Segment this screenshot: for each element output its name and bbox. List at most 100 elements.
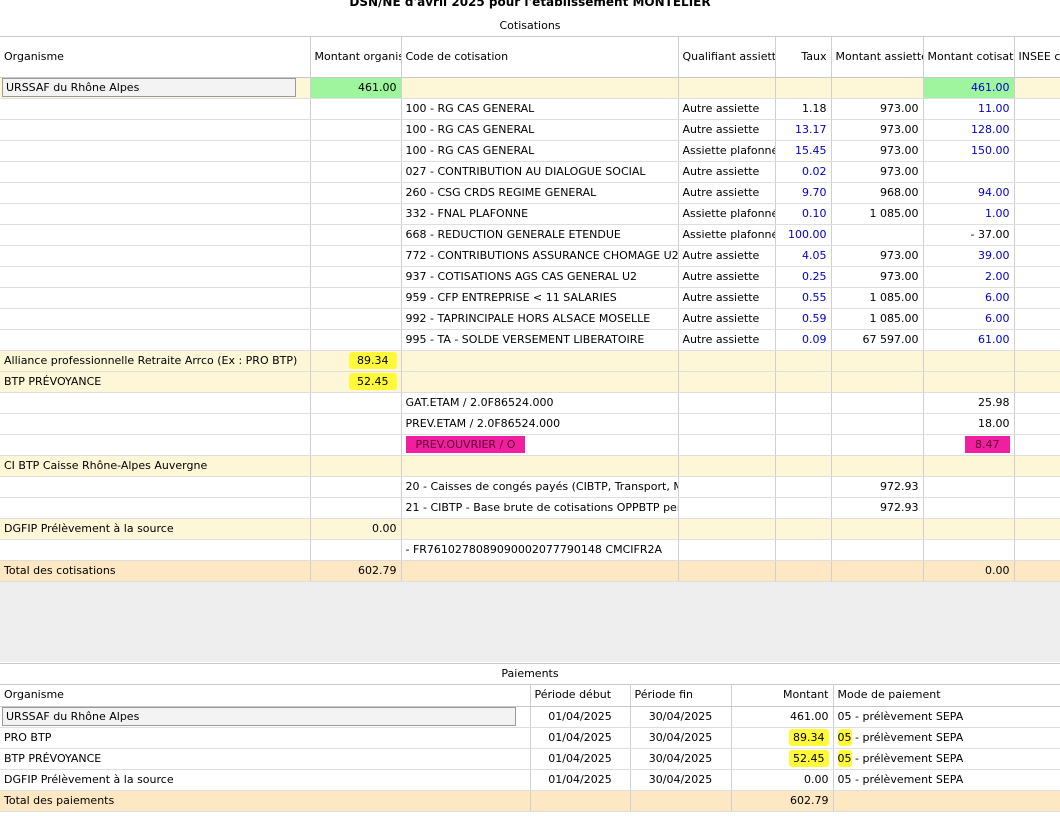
montant-organisme-cell: [310, 161, 402, 183]
qualifiant-cell: [678, 455, 776, 477]
montant-organisme-cell-highlight: 89.34: [349, 351, 397, 369]
organisme-row[interactable]: DGFIP Prélèvement à la source 0.00: [0, 518, 1060, 540]
qualifiant-cell: [678, 539, 776, 561]
total-paiements-row[interactable]: Total des paiements 602.79: [0, 790, 1060, 812]
paiement-row[interactable]: URSSAF du Rhône Alpes 01/04/2025 30/04/202…: [0, 706, 1060, 728]
cotisation-row[interactable]: 992 - TAPRINCIPALE HORS ALSACE MOSELLE Au…: [0, 308, 1060, 330]
cotisation-row[interactable]: 772 - CONTRIBUTIONS ASSURANCE CHOMAGE U2…: [0, 245, 1060, 267]
cotisation-row[interactable]: 027 - CONTRIBUTION AU DIALOGUE SOCIAL Aut…: [0, 161, 1060, 183]
insee-cell: [1014, 350, 1060, 372]
periode-debut-cell: [530, 790, 631, 812]
cotisation-row[interactable]: 995 - TA - SOLDE VERSEMENT LIBERATOIRE Au…: [0, 329, 1060, 351]
organisme-cell: [0, 182, 311, 204]
header-mode-paiement[interactable]: Mode de paiement: [833, 684, 1060, 707]
taux-cell: [775, 392, 832, 414]
cotisation-row[interactable]: 937 - COTISATIONS AGS CAS GENERAL U2 Autr…: [0, 266, 1060, 288]
taux-cell: [775, 371, 832, 393]
insee-cell: [1014, 77, 1060, 99]
organisme-cell: [0, 266, 311, 288]
organisme-row[interactable]: CI BTP Caisse Rhône-Alpes Auvergne: [0, 455, 1060, 477]
paiements-table: Organisme Période début Période fin Mont…: [0, 684, 1060, 812]
taux-cell: [775, 539, 832, 561]
header-organisme[interactable]: Organisme: [0, 684, 531, 707]
cotisation-row[interactable]: 100 - RG CAS GENERAL Assiette plafonnée 15…: [0, 140, 1060, 162]
qualifiant-cell: Assiette plafonnée: [678, 203, 776, 225]
header-montant[interactable]: Montant: [731, 684, 834, 707]
total-row[interactable]: Total des cotisations 602.79 0.00: [0, 560, 1060, 582]
header-periode-fin[interactable]: Période fin: [630, 684, 732, 707]
cotisation-row[interactable]: 332 - FNAL PLAFONNE Assiette plafonnée 0.1…: [0, 203, 1060, 225]
insee-cell: [1014, 560, 1060, 582]
cotisation-row[interactable]: 959 - CFP ENTREPRISE < 11 SALARIES Autre …: [0, 287, 1060, 309]
header-organisme[interactable]: Organisme: [0, 37, 311, 78]
code-cotisation-cell: 992 - TAPRINCIPALE HORS ALSACE MOSELLE: [401, 308, 679, 330]
insee-cell: [1014, 182, 1060, 204]
cotisation-row[interactable]: 20 - Caisses de congés payés (CIBTP, Tra…: [0, 476, 1060, 498]
organisme-row[interactable]: Alliance professionnelle Retraite Arrco …: [0, 350, 1060, 372]
selected-organisme[interactable]: URSSAF du Rhône Alpes: [2, 706, 516, 726]
montant-cotisation-cell: 61.00: [923, 329, 1015, 351]
paiement-row[interactable]: DGFIP Prélèvement à la source 01/04/2025 3…: [0, 769, 1060, 791]
montant-organisme-cell: [310, 413, 402, 435]
code-cotisation-cell: 772 - CONTRIBUTIONS ASSURANCE CHOMAGE U2: [401, 245, 679, 267]
qualifiant-cell: [678, 371, 776, 393]
paiement-row[interactable]: PRO BTP 01/04/2025 30/04/2025 89.34 05 - pré…: [0, 727, 1060, 749]
cotisation-row[interactable]: 100 - RG CAS GENERAL Autre assiette 1.18 97…: [0, 98, 1060, 120]
taux-cell: [775, 350, 832, 372]
header-taux[interactable]: Taux: [775, 37, 832, 78]
code-cotisation-cell: 937 - COTISATIONS AGS CAS GENERAL U2: [401, 266, 679, 288]
cotisation-row[interactable]: 100 - RG CAS GENERAL Autre assiette 13.17 9…: [0, 119, 1060, 141]
header-insee[interactable]: INSEE commun: [1014, 37, 1060, 78]
qualifiant-cell: [678, 413, 776, 435]
montant-organisme-cell: [310, 245, 402, 267]
code-cotisation-cell: [401, 77, 679, 99]
header-code-cotisation[interactable]: Code de cotisation: [401, 37, 679, 78]
header-montant-organisme[interactable]: Montant organisme: [310, 37, 402, 78]
code-cotisation-cell: [401, 350, 679, 372]
code-cotisation-cell: 20 - Caisses de congés payés (CIBTP, Tra…: [401, 476, 679, 498]
montant-cotisation-cell: 94.00: [923, 182, 1015, 204]
code-cotisation-cell: 260 - CSG CRDS REGIME GENERAL: [401, 182, 679, 204]
header-montant-cotisation[interactable]: Montant cotisation: [923, 37, 1015, 78]
montant-assiette-cell: [831, 560, 924, 582]
taux-cell: 0.25: [775, 266, 832, 288]
header-qualifiant-assiette[interactable]: Qualifiant assiette: [678, 37, 776, 78]
montant-cotisation-cell: [923, 371, 1015, 393]
mode-paiement-cell: 05 - prélèvement SEPA: [833, 727, 1060, 749]
cotisation-row[interactable]: PREV.OUVRIER / O 8.47: [0, 434, 1060, 456]
montant-assiette-cell: 973.00: [831, 140, 924, 162]
organisme-row[interactable]: BTP PRÉVOYANCE 52.45: [0, 371, 1060, 393]
montant-cotisation-cell: 11.00: [923, 98, 1015, 120]
cotisation-row[interactable]: - FR7610278089090002077790148 CMCIFR2A: [0, 539, 1060, 561]
periode-fin-cell: 30/04/2025: [630, 769, 732, 791]
cotisation-row[interactable]: PREV.ETAM / 2.0F86524.000 18.00: [0, 413, 1060, 435]
montant-cotisation-cell: [923, 518, 1015, 540]
header-montant-assiette[interactable]: Montant assiette: [831, 37, 924, 78]
organisme-cell: [0, 287, 311, 309]
cotisations-section-label: Cotisations: [0, 16, 1060, 37]
montant-organisme-cell: [310, 434, 402, 456]
cotisation-row[interactable]: 260 - CSG CRDS REGIME GENERAL Autre assie…: [0, 182, 1060, 204]
organisme-row[interactable]: URSSAF du Rhône Alpes 461.00 461.00: [0, 77, 1060, 99]
montant-organisme-cell: [310, 539, 402, 561]
cotisation-row[interactable]: 21 - CIBTP - Base brute de cotisations O…: [0, 497, 1060, 519]
taux-cell: 13.17: [775, 119, 832, 141]
qualifiant-cell: [678, 392, 776, 414]
organisme-cell: Total des paiements: [0, 790, 531, 812]
code-cotisation-cell: [401, 371, 679, 393]
qualifiant-cell: Autre assiette: [678, 245, 776, 267]
header-periode-debut[interactable]: Période début: [530, 684, 631, 707]
taux-cell: [775, 518, 832, 540]
montant-cotisation-cell-highlight: 8.47: [965, 435, 1010, 453]
montant-organisme-cell: 52.45: [310, 371, 402, 393]
selected-organisme[interactable]: URSSAF du Rhône Alpes: [2, 77, 296, 97]
qualifiant-cell: [678, 518, 776, 540]
cotisation-row[interactable]: GAT.ETAM / 2.0F86524.000 25.98: [0, 392, 1060, 414]
montant-organisme-cell: [310, 266, 402, 288]
taux-cell: 4.05: [775, 245, 832, 267]
cotisation-row[interactable]: 668 - REDUCTION GENERALE ETENDUE Assiette…: [0, 224, 1060, 246]
code-cotisation-cell: 027 - CONTRIBUTION AU DIALOGUE SOCIAL: [401, 161, 679, 183]
paiement-row[interactable]: BTP PRÉVOYANCE 01/04/2025 30/04/2025 52.45 0…: [0, 748, 1060, 770]
organisme-cell: [0, 392, 311, 414]
qualifiant-cell: Autre assiette: [678, 266, 776, 288]
